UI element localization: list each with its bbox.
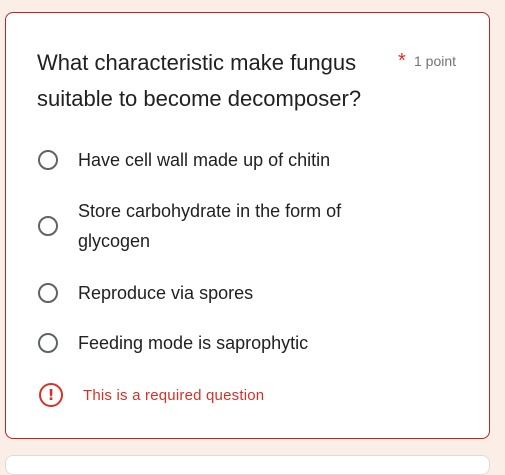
option-label: Reproduce via spores [78, 283, 254, 303]
option-label: Have cell wall made up of chitin [78, 150, 331, 170]
radio-button-icon[interactable] [38, 333, 58, 353]
option-label: Store carbohydrate in the form of glycog… [78, 201, 342, 251]
question-points: 1 point [414, 53, 457, 69]
radio-button-icon[interactable] [38, 216, 58, 236]
option-spores[interactable]: Reproduce via spores [37, 278, 477, 308]
radio-button-icon[interactable] [38, 150, 58, 170]
option-saprophytic[interactable]: Feeding mode is saprophytic [37, 328, 477, 358]
error-message: This is a required question [83, 386, 265, 404]
next-question-card [5, 455, 490, 475]
option-label: Feeding mode is saprophytic [78, 333, 309, 353]
required-error: ! This is a required question [39, 383, 264, 407]
required-asterisk: * [398, 50, 406, 72]
option-glycogen[interactable]: Store carbohydrate in the form of glycog… [37, 196, 477, 256]
question-card: What characteristic make fungus suitable… [5, 12, 490, 439]
question-header: What characteristic make fungus suitable… [37, 45, 477, 117]
question-title: What characteristic make fungus suitable… [37, 50, 362, 111]
option-chitin[interactable]: Have cell wall made up of chitin [37, 145, 477, 175]
exclamation-icon: ! [39, 383, 63, 407]
radio-button-icon[interactable] [38, 283, 58, 303]
